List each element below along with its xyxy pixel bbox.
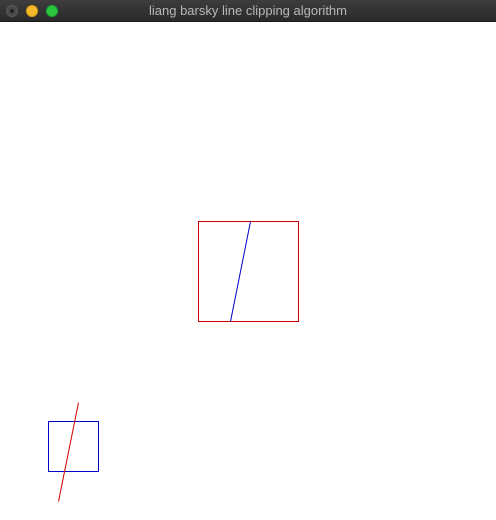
- clipped-line: [230, 221, 251, 322]
- title-bar[interactable]: liang barsky line clipping algorithm: [0, 0, 496, 22]
- app-window: liang barsky line clipping algorithm: [0, 0, 496, 520]
- original-line: [58, 402, 79, 502]
- drawing-canvas: [0, 22, 496, 520]
- window-title: liang barsky line clipping algorithm: [149, 3, 347, 18]
- clip-window-rect: [198, 221, 299, 322]
- canvas-svg: [48, 221, 299, 502]
